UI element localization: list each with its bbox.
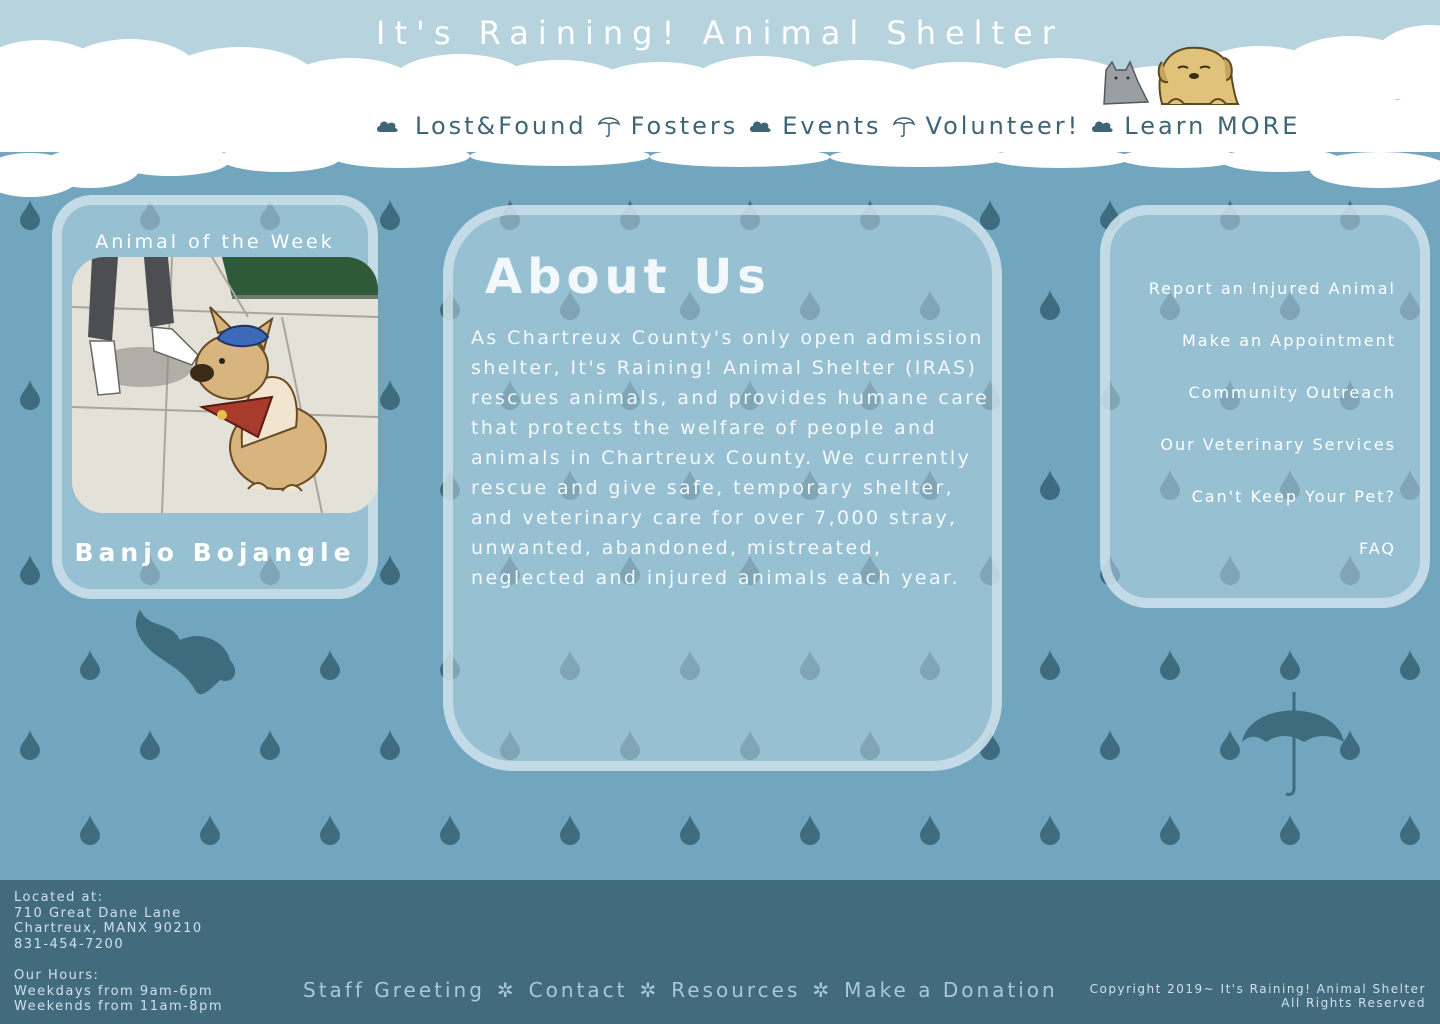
raindrop-icon: [560, 815, 580, 845]
link-cant-keep-pet[interactable]: Can't Keep Your Pet?: [1106, 483, 1396, 535]
raindrop-icon: [1400, 815, 1420, 845]
raindrop-icon: [1280, 815, 1300, 845]
raindrop-icon: [260, 730, 280, 760]
footer-link-staff-greeting[interactable]: Staff Greeting: [303, 978, 485, 1002]
site-title: It's Raining! Animal Shelter: [376, 14, 1064, 52]
cloud-icon: [738, 118, 782, 134]
nav-learn-more[interactable]: Learn MORE: [1124, 112, 1300, 140]
raindrop-icon: [800, 815, 820, 845]
raindrop-icon: [200, 815, 220, 845]
nav-volunteer[interactable]: Volunteer!: [926, 112, 1081, 140]
raindrop-icon: [1040, 650, 1060, 680]
umbrella-icon: [1242, 692, 1344, 796]
animal-of-the-week-photo[interactable]: [72, 257, 378, 513]
raindrop-icon: [1040, 290, 1060, 320]
copyright-line-1: Copyright 2019~ It's Raining! Animal She…: [1089, 982, 1426, 996]
umbrella-icon: [882, 114, 926, 138]
raindrop-icon: [20, 380, 40, 410]
link-report-injured-animal[interactable]: Report an Injured Animal: [1106, 275, 1396, 327]
about-us-card: About Us As Chartreux County's only open…: [443, 205, 1002, 771]
address-city: Chartreux, MANX 90210: [14, 921, 203, 936]
animal-of-the-week-card[interactable]: Animal of the Week Banjo Bojangle: [52, 195, 378, 599]
footer: Located at: 710 Great Dane Lane Chartreu…: [0, 880, 1440, 1024]
raindrop-icon: [680, 815, 700, 845]
about-us-text: As Chartreux County's only open admissio…: [471, 327, 990, 589]
raindrop-icon: [80, 650, 100, 680]
footer-address: Located at: 710 Great Dane Lane Chartreu…: [14, 890, 223, 1015]
raindrop-icon: [380, 555, 400, 585]
raindrop-icon: [320, 650, 340, 680]
animal-of-the-week-name[interactable]: Banjo Bojangle: [62, 538, 368, 567]
raindrop-icon: [1100, 730, 1120, 760]
footer-link-contact[interactable]: Contact: [529, 978, 628, 1002]
falling-cat-icon: [135, 610, 236, 695]
umbrella-icon: [587, 114, 631, 138]
raindrop-icon: [1160, 815, 1180, 845]
animal-of-the-week-heading: Animal of the Week: [95, 231, 335, 253]
link-community-outreach[interactable]: Community Outreach: [1106, 379, 1396, 431]
paw-icon: ✲: [639, 978, 660, 1002]
hours-weekdays: Weekdays from 9am-6pm: [14, 983, 214, 999]
raindrop-icon: [440, 815, 460, 845]
raindrop-icon: [20, 555, 40, 585]
raindrop-icon: [1400, 650, 1420, 680]
cloud-icon: [365, 118, 409, 134]
link-make-appointment[interactable]: Make an Appointment: [1106, 327, 1396, 379]
paw-icon: ✲: [812, 978, 833, 1002]
footer-link-resources[interactable]: Resources: [671, 978, 800, 1002]
hours-label: Our Hours:: [14, 968, 100, 983]
raindrop-icon: [380, 730, 400, 760]
address-street: 710 Great Dane Lane: [14, 905, 182, 921]
nav-lost-found[interactable]: Lost&Found: [415, 112, 587, 140]
quick-links-list: Report an Injured Animal Make an Appoint…: [1106, 275, 1396, 587]
raindrop-icon: [1340, 730, 1360, 760]
footer-link-donation[interactable]: Make a Donation: [844, 978, 1058, 1002]
raindrop-icon: [1280, 650, 1300, 680]
nav-fosters[interactable]: Fosters: [631, 112, 739, 140]
hours-weekends: Weekends from 11am-8pm: [14, 999, 223, 1014]
raindrop-icon: [140, 730, 160, 760]
raindrop-icon: [1040, 470, 1060, 500]
nav-events[interactable]: Events: [782, 112, 881, 140]
raindrop-icon: [920, 815, 940, 845]
raindrop-icon: [1220, 730, 1240, 760]
raindrop-icon: [380, 380, 400, 410]
paw-icon: ✲: [496, 978, 517, 1002]
copyright-line-2: All Rights Reserved: [1281, 996, 1426, 1010]
raindrop-icon: [80, 815, 100, 845]
link-faq[interactable]: FAQ: [1106, 535, 1396, 587]
raindrop-icon: [20, 730, 40, 760]
address-label: Located at:: [14, 890, 104, 905]
footer-nav: Staff Greeting ✲ Contact ✲ Resources ✲ M…: [303, 978, 1058, 1002]
quick-links-card: Report an Injured Animal Make an Appoint…: [1100, 205, 1430, 608]
phone-number[interactable]: 831-454-7200: [14, 937, 223, 953]
main-nav: Lost&Found Fosters Events Volunteer! Lea…: [365, 108, 1435, 144]
about-us-title: About Us: [485, 249, 771, 305]
cloud-icon: [1080, 118, 1124, 134]
raindrop-icon: [1160, 650, 1180, 680]
link-veterinary-services[interactable]: Our Veterinary Services: [1106, 431, 1396, 483]
raindrop-icon: [320, 815, 340, 845]
copyright: Copyright 2019~ It's Raining! Animal She…: [1090, 982, 1426, 1010]
raindrop-icon: [1040, 815, 1060, 845]
